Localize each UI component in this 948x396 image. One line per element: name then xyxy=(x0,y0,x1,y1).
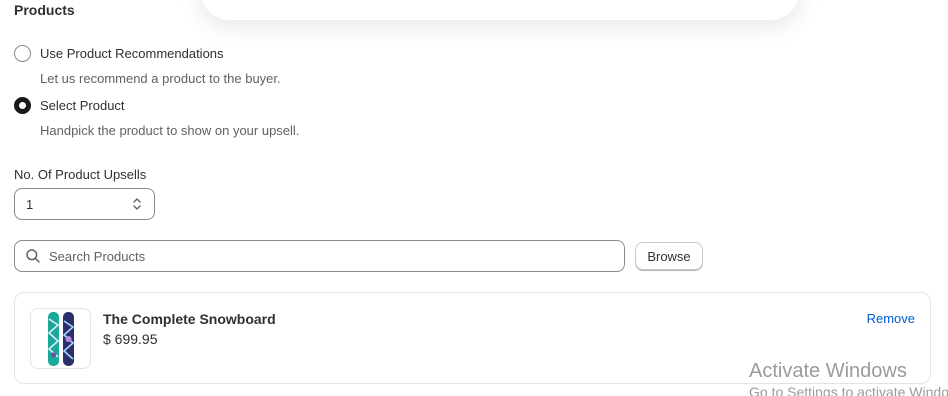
snowboard-image xyxy=(47,311,74,366)
browse-button[interactable]: Browse xyxy=(635,242,703,270)
search-input[interactable] xyxy=(49,248,589,264)
section-title: Products xyxy=(14,2,75,18)
watermark-title: Activate Windows xyxy=(749,360,907,382)
radio-label: Select Product xyxy=(40,98,125,113)
radio-select-product[interactable]: Select Product xyxy=(14,97,125,114)
activate-windows-watermark: Activate Windows Go to Settings to activ… xyxy=(749,360,948,396)
floating-panel-shadow xyxy=(200,0,800,20)
radio-button-unchecked[interactable] xyxy=(14,45,31,62)
select-chevrons-icon xyxy=(132,197,142,211)
watermark-subtitle: Go to Settings to activate Windows. xyxy=(749,384,948,396)
upsell-count-value: 1 xyxy=(26,196,34,212)
radio-use-recommendations[interactable]: Use Product Recommendations xyxy=(14,45,224,62)
product-price: $ 699.95 xyxy=(103,331,158,347)
radio-help-text: Let us recommend a product to the buyer. xyxy=(40,71,281,86)
product-search-field[interactable] xyxy=(14,240,625,272)
remove-product-link[interactable]: Remove xyxy=(867,311,915,326)
product-thumbnail xyxy=(30,308,91,369)
search-icon xyxy=(25,248,41,264)
radio-help-text: Handpick the product to show on your ups… xyxy=(40,123,300,138)
upsell-count-label: No. Of Product Upsells xyxy=(14,167,147,182)
product-name: The Complete Snowboard xyxy=(103,311,276,327)
upsell-count-select[interactable]: 1 xyxy=(14,188,155,220)
radio-button-checked[interactable] xyxy=(14,97,31,114)
radio-label: Use Product Recommendations xyxy=(40,46,224,61)
